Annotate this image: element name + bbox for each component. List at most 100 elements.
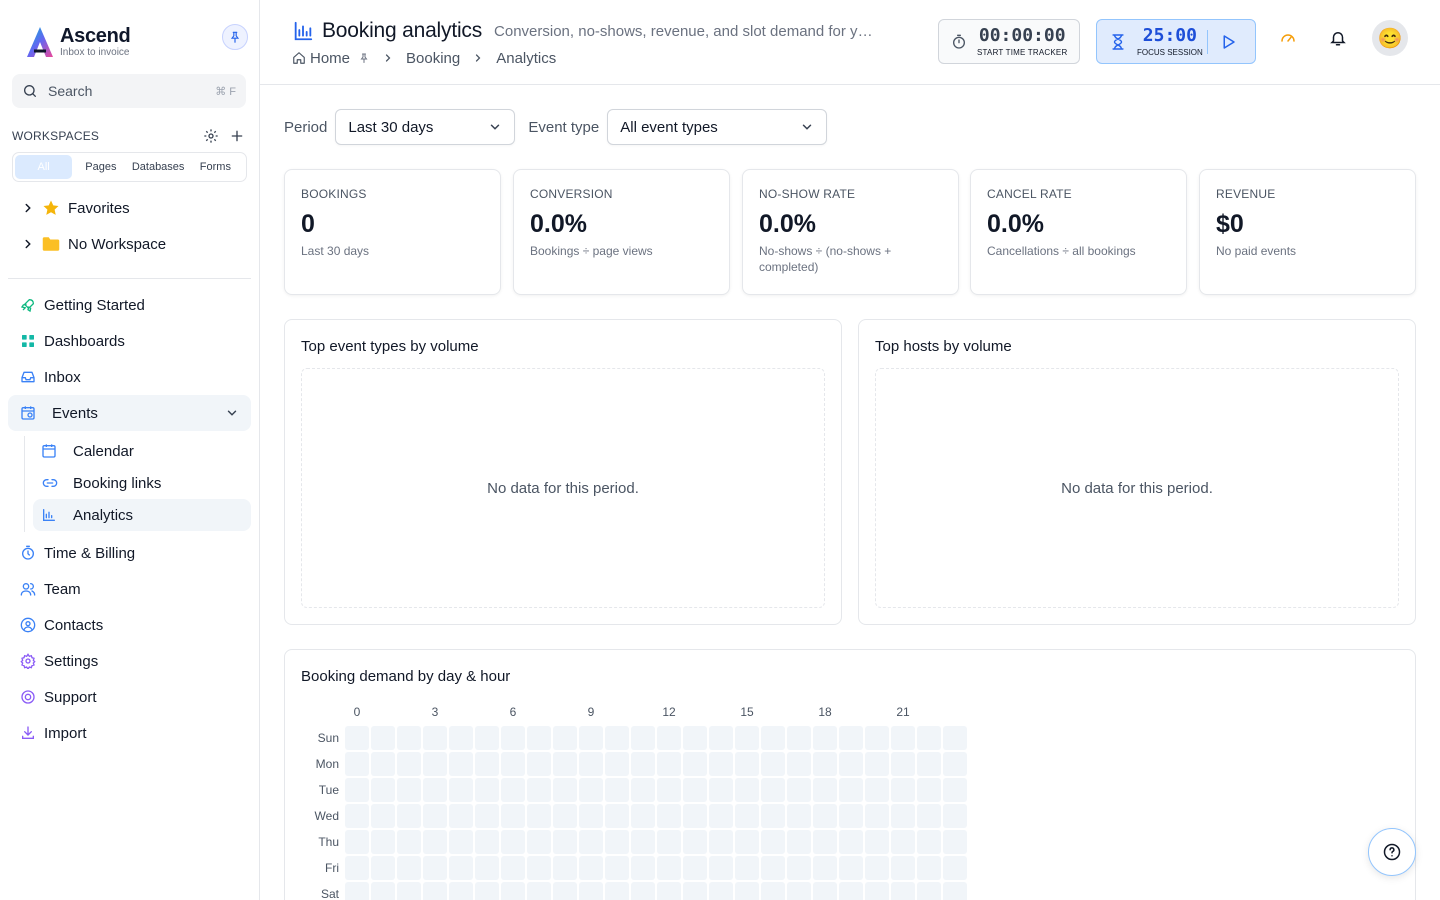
heatmap-cell[interactable] (475, 830, 499, 854)
workspace-item-favorites[interactable]: Favorites (18, 196, 130, 220)
heatmap-cell[interactable] (579, 752, 603, 776)
heatmap-cell[interactable] (865, 778, 889, 802)
heatmap-cell[interactable] (371, 752, 395, 776)
heatmap-cell[interactable] (813, 726, 837, 750)
heatmap-cell[interactable] (449, 804, 473, 828)
heatmap-cell[interactable] (605, 856, 629, 880)
heatmap-cell[interactable] (579, 882, 603, 900)
heatmap-cell[interactable] (449, 726, 473, 750)
heatmap-cell[interactable] (735, 830, 759, 854)
bell-icon[interactable] (1328, 28, 1348, 48)
heatmap-cell[interactable] (735, 856, 759, 880)
heatmap-cell[interactable] (865, 752, 889, 776)
heatmap-cell[interactable] (605, 726, 629, 750)
heatmap-cell[interactable] (553, 726, 577, 750)
plus-icon[interactable] (228, 127, 246, 145)
heatmap-cell[interactable] (787, 778, 811, 802)
heatmap-cell[interactable] (761, 726, 785, 750)
heatmap-cell[interactable] (371, 882, 395, 900)
heatmap-cell[interactable] (553, 856, 577, 880)
tab-pages[interactable]: Pages (72, 155, 129, 179)
heatmap-cell[interactable] (787, 856, 811, 880)
heatmap-cell[interactable] (605, 804, 629, 828)
chevron-down-icon[interactable] (225, 406, 239, 420)
heatmap-cell[interactable] (865, 882, 889, 900)
heatmap-cell[interactable] (371, 804, 395, 828)
heatmap-cell[interactable] (761, 856, 785, 880)
heatmap-cell[interactable] (735, 778, 759, 802)
tab-forms[interactable]: Forms (187, 155, 244, 179)
heatmap-cell[interactable] (943, 778, 967, 802)
heatmap-cell[interactable] (735, 726, 759, 750)
heatmap-cell[interactable] (839, 804, 863, 828)
heatmap-cell[interactable] (761, 804, 785, 828)
heatmap-cell[interactable] (449, 856, 473, 880)
heatmap-cell[interactable] (683, 830, 707, 854)
heatmap-cell[interactable] (917, 778, 941, 802)
heatmap-cell[interactable] (709, 752, 733, 776)
heatmap-cell[interactable] (423, 804, 447, 828)
heatmap-cell[interactable] (501, 856, 525, 880)
heatmap-cell[interactable] (813, 856, 837, 880)
sidebar-subitem-analytics[interactable]: Analytics (33, 499, 251, 531)
heatmap-cell[interactable] (449, 752, 473, 776)
heatmap-cell[interactable] (475, 726, 499, 750)
tab-all[interactable]: All (15, 155, 73, 179)
heatmap-cell[interactable] (631, 804, 655, 828)
heatmap-cell[interactable] (761, 830, 785, 854)
sidebar-item-dashboards[interactable]: Dashboards (8, 323, 251, 359)
heatmap-cell[interactable] (657, 882, 681, 900)
heatmap-cell[interactable] (527, 882, 551, 900)
heatmap-cell[interactable] (761, 882, 785, 900)
heatmap-cell[interactable] (787, 752, 811, 776)
heatmap-cell[interactable] (631, 726, 655, 750)
sidebar-item-import[interactable]: Import (8, 715, 251, 751)
focus-session-card[interactable]: 25:00 FOCUS SESSION (1096, 19, 1256, 64)
heatmap-cell[interactable] (501, 752, 525, 776)
heatmap-cell[interactable] (475, 882, 499, 900)
heatmap-cell[interactable] (943, 752, 967, 776)
heatmap-cell[interactable] (891, 882, 915, 900)
sidebar-item-team[interactable]: Team (8, 571, 251, 607)
heatmap-cell[interactable] (475, 778, 499, 802)
chevron-right-icon[interactable] (18, 237, 38, 251)
heatmap-cell[interactable] (761, 778, 785, 802)
heatmap-cell[interactable] (865, 856, 889, 880)
heatmap-cell[interactable] (631, 882, 655, 900)
heatmap-cell[interactable] (553, 830, 577, 854)
avatar[interactable]: 😊 (1372, 20, 1408, 56)
heatmap-cell[interactable] (345, 726, 369, 750)
play-icon[interactable] (1219, 33, 1237, 51)
sidebar-subitem-calendar[interactable]: Calendar (33, 435, 251, 467)
heatmap-cell[interactable] (527, 726, 551, 750)
pin-sidebar-button[interactable] (222, 24, 248, 50)
heatmap-cell[interactable] (813, 830, 837, 854)
heatmap-cell[interactable] (787, 804, 811, 828)
heatmap-cell[interactable] (709, 882, 733, 900)
heatmap-cell[interactable] (891, 830, 915, 854)
heatmap-cell[interactable] (605, 752, 629, 776)
help-button[interactable] (1368, 828, 1416, 876)
heatmap-cell[interactable] (891, 752, 915, 776)
heatmap-cell[interactable] (683, 752, 707, 776)
heatmap-cell[interactable] (579, 830, 603, 854)
heatmap-cell[interactable] (605, 830, 629, 854)
heatmap-cell[interactable] (371, 726, 395, 750)
heatmap-cell[interactable] (735, 752, 759, 776)
heatmap-cell[interactable] (917, 856, 941, 880)
heatmap-cell[interactable] (839, 830, 863, 854)
heatmap-cell[interactable] (917, 804, 941, 828)
heatmap-cell[interactable] (527, 778, 551, 802)
heatmap-cell[interactable] (449, 830, 473, 854)
heatmap-cell[interactable] (397, 856, 421, 880)
heatmap-cell[interactable] (371, 778, 395, 802)
heatmap-cell[interactable] (423, 856, 447, 880)
heatmap-cell[interactable] (657, 752, 681, 776)
heatmap-cell[interactable] (735, 804, 759, 828)
heatmap-cell[interactable] (761, 752, 785, 776)
heatmap-cell[interactable] (397, 830, 421, 854)
heatmap-cell[interactable] (397, 804, 421, 828)
sidebar-item-support[interactable]: Support (8, 679, 251, 715)
heatmap-cell[interactable] (475, 752, 499, 776)
heatmap-cell[interactable] (501, 882, 525, 900)
